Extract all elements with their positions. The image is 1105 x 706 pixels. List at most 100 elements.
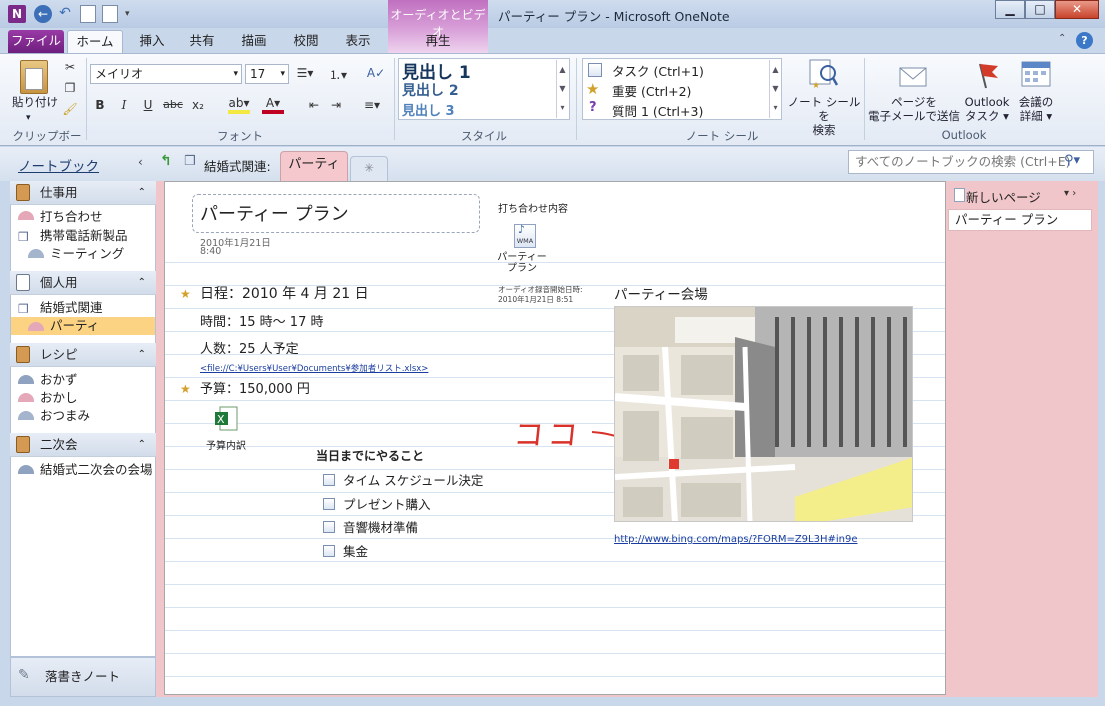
search-input[interactable]: すべてのノートブックの検索 (Ctrl+E)	[848, 150, 1094, 174]
tab-file[interactable]: ファイル	[8, 30, 64, 53]
notebook-recipes[interactable]: レシピ ⌃	[10, 343, 156, 367]
maximize-button[interactable]: □	[1025, 0, 1055, 19]
section-snacks[interactable]: おつまみ	[40, 407, 90, 424]
minimize-button[interactable]: ▁	[995, 0, 1025, 19]
tab-view[interactable]: 表示	[336, 30, 380, 53]
notebook-personal[interactable]: 個人用 ⌃	[10, 271, 156, 295]
tab-insert[interactable]: 挿入	[130, 30, 174, 53]
todo-item[interactable]: 集金	[343, 541, 368, 560]
new-section-tab[interactable]: ✳	[350, 156, 388, 181]
section-meeting-notes[interactable]: 打ち合わせ	[40, 208, 103, 225]
tag-question[interactable]: 質問 1 (Ctrl+3)	[612, 101, 703, 120]
meeting-details-icon[interactable]	[1020, 58, 1052, 90]
section-party[interactable]: パーティ	[50, 317, 99, 334]
section-sweets[interactable]: おかし	[40, 389, 78, 406]
email-page-button[interactable]: ページを 電子メールで送信	[868, 95, 960, 123]
schedule-text[interactable]: 日程：2010 年 4 月 21 日	[200, 283, 369, 303]
tab-share[interactable]: 共有	[180, 30, 224, 53]
help-icon[interactable]: ?	[1076, 32, 1093, 49]
style-heading-2[interactable]: 見出し 2	[402, 80, 459, 100]
find-tags-icon[interactable]: ★	[808, 58, 839, 91]
new-page-button[interactable]: 新しいページ	[966, 187, 1041, 206]
audio-file-name[interactable]: パーティー プラン	[490, 252, 554, 274]
fullpage-icon[interactable]	[102, 5, 118, 23]
time-text[interactable]: 時間：15 時～ 17 時	[200, 311, 323, 330]
align-icon[interactable]: ≡▾	[360, 98, 384, 112]
section-meeting[interactable]: ミーティング	[50, 245, 124, 262]
undo-icon[interactable]: ↶	[56, 5, 74, 23]
notebook-pane-title[interactable]: ノートブック	[18, 155, 99, 175]
todo-checkbox[interactable]	[323, 498, 335, 510]
tag-important[interactable]: 重要 (Ctrl+2)	[612, 81, 691, 100]
subscript-button[interactable]: x₂	[188, 98, 208, 112]
font-size-combo[interactable]: 17 ▾	[245, 64, 289, 84]
font-name-combo[interactable]: メイリオ ▾	[90, 64, 242, 84]
notebook-work[interactable]: 仕事用 ⌃	[10, 181, 156, 205]
section-group-wedding[interactable]: 結婚式関連	[40, 299, 103, 316]
file-link[interactable]: <file://C:¥Users¥User¥Documents¥参加者リスト.x…	[200, 362, 428, 374]
outlook-task-icon[interactable]	[972, 60, 1002, 90]
todo-item[interactable]: タイム スケジュール決定	[343, 470, 483, 489]
outlook-tasks-button[interactable]: Outlook タスク ▾	[958, 95, 1016, 123]
section-afterparty-venue[interactable]: 結婚式二次会の会場	[40, 461, 153, 478]
back-icon[interactable]: ←	[34, 5, 52, 23]
customize-qat-icon[interactable]: ▾	[125, 5, 135, 23]
clear-formatting-icon[interactable]: A✓	[366, 66, 386, 80]
highlight-icon[interactable]: ab▾	[228, 96, 250, 114]
todo-checkbox[interactable]	[323, 474, 335, 486]
venue-map-image[interactable]	[614, 306, 913, 522]
people-text[interactable]: 人数：25 人予定	[200, 338, 299, 357]
todo-title[interactable]: 当日までにやること	[316, 447, 424, 464]
numbering-icon[interactable]: ⒈▾	[326, 66, 350, 83]
venue-title[interactable]: パーティー会場	[614, 283, 708, 303]
style-heading-3[interactable]: 見出し 3	[402, 100, 455, 119]
section-group-name[interactable]: 結婚式関連:	[204, 156, 271, 175]
email-page-icon[interactable]	[898, 60, 928, 90]
section-group-phone[interactable]: 携帯電話新製品	[40, 227, 128, 244]
todo-item[interactable]: プレゼント購入	[343, 494, 431, 513]
section-tab-party[interactable]: パーティ	[280, 151, 348, 181]
tab-review[interactable]: 校閲	[284, 30, 328, 53]
new-page-dropdown-icon[interactable]: ▾ ›	[1064, 188, 1076, 199]
collapse-pane-icon[interactable]: ‹	[138, 155, 143, 169]
font-color-icon[interactable]: A▾	[262, 96, 284, 114]
map-link[interactable]: http://www.bing.com/maps/?FORM=Z9L3H#in9…	[614, 534, 858, 545]
format-painter-icon[interactable]: 🖌	[62, 102, 78, 116]
navigate-up-icon[interactable]: ↰	[160, 153, 172, 169]
close-button[interactable]: ✕	[1055, 0, 1099, 19]
todo-checkbox[interactable]	[323, 545, 335, 557]
meeting-details-button[interactable]: 会議の 詳細 ▾	[1012, 95, 1060, 123]
page-title[interactable]: パーティー プラン	[200, 200, 349, 226]
tab-draw[interactable]: 描画	[232, 30, 276, 53]
cut-icon[interactable]: ✂	[62, 60, 78, 74]
styles-scroll[interactable]: ▲ ▼ ▾	[556, 60, 568, 118]
tags-scroll[interactable]: ▲ ▼ ▾	[769, 60, 781, 118]
strikethrough-button[interactable]: abc	[162, 98, 184, 111]
tag-task[interactable]: タスク (Ctrl+1)	[612, 61, 704, 80]
copy-icon[interactable]: ❐	[62, 81, 78, 95]
separator	[86, 58, 87, 140]
notebook-afterparty[interactable]: 二次会 ⌃	[10, 433, 156, 457]
todo-checkbox[interactable]	[323, 521, 335, 533]
outdent-icon[interactable]: ⇤	[306, 98, 322, 112]
excel-file-name[interactable]: 予算内訳	[206, 437, 246, 452]
search-icon[interactable]: ⚲▾	[1064, 153, 1080, 168]
bold-button[interactable]: B	[92, 98, 108, 112]
tab-playback[interactable]: 再生	[410, 30, 466, 53]
excel-file-icon[interactable]: X	[214, 406, 238, 432]
collapse-ribbon-icon[interactable]: ⌃	[1058, 33, 1072, 47]
italic-button[interactable]: I	[116, 98, 132, 112]
page-tab-party-plan[interactable]: パーティー プラン	[948, 209, 1092, 231]
dock-icon[interactable]	[80, 5, 96, 23]
indent-icon[interactable]: ⇥	[328, 98, 344, 112]
section-side-dishes[interactable]: おかず	[40, 371, 78, 388]
budget-text[interactable]: 予算：150,000 円	[200, 378, 310, 397]
bullets-icon[interactable]: ☰▾	[294, 66, 316, 80]
tab-home[interactable]: ホーム	[67, 30, 123, 54]
underline-button[interactable]: U	[140, 98, 156, 112]
unfiled-notes-button[interactable]: 落書きノート	[10, 657, 156, 697]
paste-button[interactable]: 貼り付け	[12, 95, 58, 109]
paste-dropdown-icon[interactable]: ▾	[26, 111, 31, 125]
todo-item[interactable]: 音響機材準備	[343, 517, 418, 536]
handwritten-note[interactable]: ココ	[512, 410, 585, 454]
